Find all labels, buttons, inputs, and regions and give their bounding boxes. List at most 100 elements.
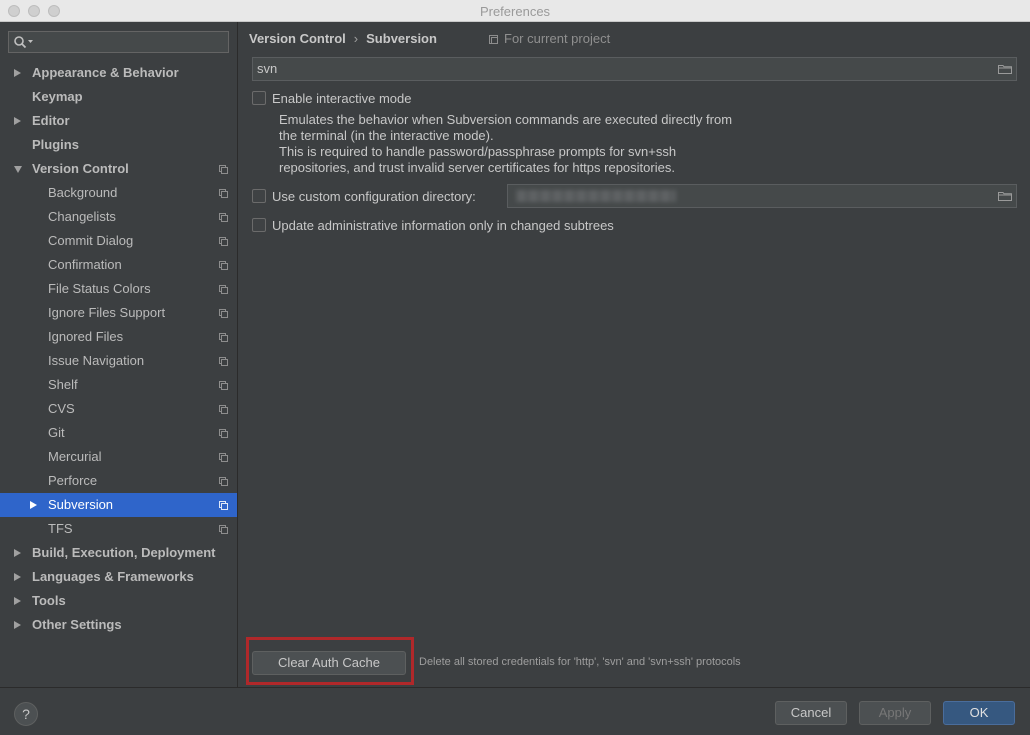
project-level-icon [219, 381, 228, 390]
sidebar-item-ignored-files[interactable]: Ignored Files [0, 325, 237, 349]
sidebar-item-background[interactable]: Background [0, 181, 237, 205]
dialog-footer: ? Cancel Apply OK [0, 687, 1030, 735]
project-level-icon [219, 213, 228, 222]
apply-button[interactable]: Apply [859, 701, 931, 725]
sidebar-item-ignore-files-support[interactable]: Ignore Files Support [0, 301, 237, 325]
sidebar-item-label: Keymap [32, 89, 83, 104]
collapsed-arrow-icon[interactable] [14, 573, 21, 581]
expanded-arrow-icon[interactable] [14, 166, 22, 173]
interactive-mode-description: Emulates the behavior when Subversion co… [279, 112, 799, 176]
sidebar-item-label: Ignore Files Support [48, 305, 166, 320]
project-level-icon [219, 237, 228, 246]
sidebar-item-subversion[interactable]: Subversion [0, 493, 237, 517]
project-level-icon [219, 453, 228, 462]
description-line: Emulates the behavior when Subversion co… [279, 112, 733, 127]
sidebar-item-issue-navigation[interactable]: Issue Navigation [0, 349, 237, 373]
project-level-icon [219, 285, 228, 294]
sidebar-item-file-status-colors[interactable]: File Status Colors [0, 277, 237, 301]
sidebar-item-tfs[interactable]: TFS [0, 517, 237, 541]
breadcrumb-current: Subversion [366, 31, 437, 46]
clear-auth-cache-description: Delete all stored credentials for 'http'… [419, 656, 741, 668]
update-admin-info-checkbox[interactable] [252, 218, 266, 232]
description-line: the terminal (in the interactive mode). [279, 128, 494, 143]
sidebar-item-label: Subversion [48, 497, 114, 512]
sidebar-item-label: Plugins [32, 137, 79, 152]
settings-search-input[interactable] [8, 31, 229, 53]
custom-config-dir-checkbox[interactable] [252, 189, 266, 203]
sidebar-item-label: Commit Dialog [48, 233, 134, 248]
breadcrumb-parent: Version Control [249, 31, 346, 46]
sidebar-item-tools[interactable]: Tools [0, 589, 237, 613]
collapsed-arrow-icon[interactable] [14, 117, 21, 125]
folder-icon[interactable] [998, 64, 1012, 74]
sidebar-item-version-control[interactable]: Version Control [0, 157, 237, 181]
sidebar-item-label: Confirmation [48, 257, 122, 272]
project-level-icon [219, 165, 228, 174]
project-scope-label: For current project [489, 31, 610, 46]
settings-sidebar: Appearance & Behavior Keymap Editor Plugins… [0, 22, 238, 687]
project-scope-icon [489, 35, 498, 45]
sidebar-item-cvs[interactable]: CVS [0, 397, 237, 421]
project-level-icon [219, 405, 228, 414]
folder-icon[interactable] [998, 191, 1012, 201]
sidebar-item-perforce[interactable]: Perforce [0, 469, 237, 493]
sidebar-item-label: Editor [32, 113, 70, 128]
sidebar-item-label: Ignored Files [48, 329, 124, 344]
update-admin-info-label: Update administrative information only i… [272, 218, 614, 233]
sidebar-item-plugins[interactable]: Plugins [0, 133, 237, 157]
collapsed-arrow-icon[interactable] [14, 621, 21, 629]
breadcrumb-separator: › [353, 31, 359, 46]
svn-executable-field[interactable]: svn [252, 57, 1017, 81]
collapsed-arrow-icon[interactable] [14, 69, 21, 77]
project-scope-text: For current project [504, 31, 611, 46]
sidebar-item-label: Git [48, 425, 65, 440]
sidebar-item-confirmation[interactable]: Confirmation [0, 253, 237, 277]
sidebar-item-build-execution-deployment[interactable]: Build, Execution, Deployment [0, 541, 237, 565]
custom-config-dir-label: Use custom configuration directory: [272, 189, 476, 204]
search-icon [14, 36, 33, 49]
sidebar-item-shelf[interactable]: Shelf [0, 373, 237, 397]
clear-auth-cache-button[interactable]: Clear Auth Cache [252, 651, 406, 675]
description-line: This is required to handle password/pass… [279, 144, 677, 159]
project-level-icon [219, 357, 228, 366]
collapsed-arrow-icon[interactable] [14, 597, 21, 605]
collapsed-arrow-icon[interactable] [14, 549, 21, 557]
project-level-icon [219, 429, 228, 438]
sidebar-item-commit-dialog[interactable]: Commit Dialog [0, 229, 237, 253]
sidebar-item-label: Build, Execution, Deployment [32, 545, 216, 560]
sidebar-item-mercurial[interactable]: Mercurial [0, 445, 237, 469]
project-level-icon [219, 525, 228, 534]
window-title: Preferences [479, 4, 551, 19]
title-bar: Preferences [0, 0, 1030, 22]
sidebar-item-label: Tools [32, 593, 66, 608]
sidebar-item-label: File Status Colors [48, 281, 151, 296]
project-level-icon [219, 189, 228, 198]
sidebar-item-changelists[interactable]: Changelists [0, 205, 237, 229]
sidebar-item-label: Other Settings [32, 617, 122, 632]
project-level-icon [219, 477, 228, 486]
project-level-icon [219, 261, 228, 270]
collapsed-arrow-icon[interactable] [30, 501, 37, 509]
sidebar-item-languages-frameworks[interactable]: Languages & Frameworks [0, 565, 237, 589]
sidebar-item-label: Mercurial [48, 449, 102, 464]
sidebar-item-label: Perforce [48, 473, 98, 488]
sidebar-item-label: Background [48, 185, 118, 200]
sidebar-item-label: Languages & Frameworks [32, 569, 194, 584]
cancel-button[interactable]: Cancel [775, 701, 847, 725]
sidebar-item-other-settings[interactable]: Other Settings [0, 613, 237, 637]
interactive-mode-checkbox[interactable] [252, 91, 266, 105]
sidebar-item-appearance-behavior[interactable]: Appearance & Behavior [0, 61, 237, 85]
custom-config-dir-field[interactable] [507, 184, 1017, 208]
svn-executable-value: svn [257, 61, 278, 76]
help-button[interactable]: ? [14, 702, 38, 726]
sidebar-item-git[interactable]: Git [0, 421, 237, 445]
interactive-mode-label: Enable interactive mode [272, 91, 412, 106]
sidebar-item-label: Version Control [32, 161, 129, 176]
sidebar-item-label: Shelf [48, 377, 78, 392]
sidebar-item-label: Changelists [48, 209, 116, 224]
ok-button[interactable]: OK [943, 701, 1015, 725]
sidebar-item-keymap[interactable]: Keymap [0, 85, 237, 109]
project-level-icon [219, 309, 228, 318]
sidebar-item-label: TFS [48, 521, 73, 536]
sidebar-item-editor[interactable]: Editor [0, 109, 237, 133]
